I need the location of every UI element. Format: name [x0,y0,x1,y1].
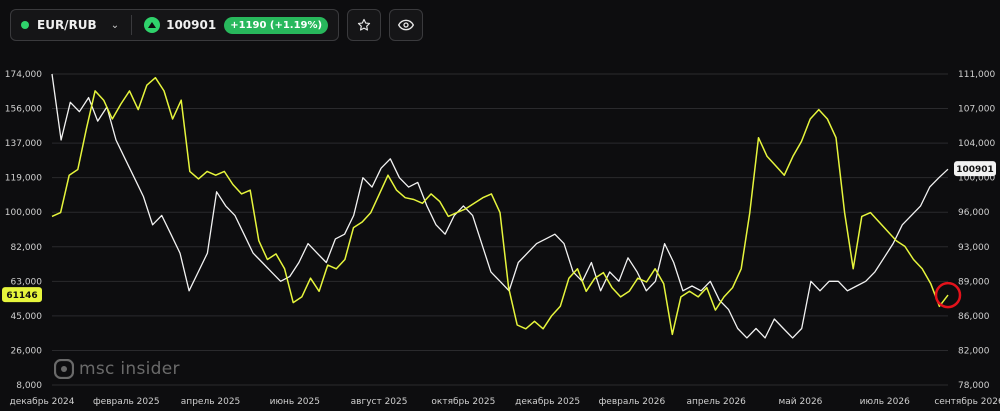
x-tick-label: июнь 2025 [270,397,320,407]
logo-icon [54,359,74,379]
last-point-marker [934,281,962,309]
yellow-value-label: 61146 [6,291,37,301]
right-tick-label: 86,000 [958,312,990,322]
left-tick-label: 8,000 [16,381,42,391]
time-axis: декабрь 2024 февраль 2025 апрель 2025 июнь … [9,397,1000,407]
right-tick-label: 107,000 [958,105,995,115]
x-tick-label: декабрь 2024 [9,397,74,407]
right-tick-label: 89,000 [958,277,990,287]
market-open-indicator [21,21,29,29]
left-tick-label: 63,000 [11,277,43,287]
favorite-button[interactable] [347,9,382,41]
right-tick-label: 111,000 [958,70,995,80]
price-change-badge: +1190 (+1.19%) [224,16,329,34]
eye-icon [398,19,415,31]
watermark-logo: msc insider [54,359,180,379]
left-tick-label: 174,000 [5,70,42,80]
right-axis: 111,000107,000104,000100,00096,00093,000… [958,70,995,391]
right-tick-label: 82,000 [958,346,990,356]
white-value-label: 100901 [956,165,994,175]
x-tick-label: октябрь 2025 [431,397,495,407]
series-white-line [51,73,949,339]
instrument-name: EUR/RUB [37,18,97,32]
x-tick-label: февраль 2026 [599,397,666,407]
left-tick-label: 45,000 [11,312,43,322]
left-tick-label: 82,000 [11,243,43,253]
visibility-button[interactable] [389,9,424,41]
x-tick-label: апрель 2026 [686,397,746,407]
divider [131,15,133,35]
left-axis: 174,000 156,000 137,000 119,000 100,000 82,00… [5,70,42,391]
x-tick-label: февраль 2025 [93,397,160,407]
x-tick-label: апрель 2025 [181,397,240,407]
right-tick-label: 78,000 [958,381,990,391]
right-tick-label: 104,000 [958,139,995,149]
chevron-down-icon: ⌄ [110,19,120,31]
price-chart[interactable]: 174,000 156,000 137,000 119,000 100,000 82,00… [0,0,1000,411]
left-tick-label: 26,000 [11,346,43,356]
x-tick-label: май 2026 [778,397,822,407]
left-tick-label: 137,000 [5,139,42,149]
x-tick-label: август 2025 [351,397,408,407]
series-yellow-line [51,76,949,336]
x-tick-label: июль 2026 [860,397,911,407]
chart-grid [52,73,948,386]
right-tick-label: 96,000 [958,208,990,218]
star-icon [357,18,371,31]
left-tick-label: 100,000 [5,208,42,218]
chart-toolbar: EUR/RUB ⌄ 100901 +1190 (+1.19%) [10,9,424,41]
x-tick-label: декабрь 2025 [515,397,580,407]
left-tick-label: 119,000 [5,174,42,184]
left-tick-label: 156,000 [5,105,42,115]
right-tick-label: 93,000 [958,243,990,253]
arrow-up-icon [144,17,161,33]
x-tick-label: сентябрь 2026 [934,397,1000,407]
last-price: 100901 [166,18,217,32]
instrument-selector[interactable]: EUR/RUB ⌄ 100901 +1190 (+1.19%) [10,9,340,41]
watermark-text: msc insider [79,359,180,379]
